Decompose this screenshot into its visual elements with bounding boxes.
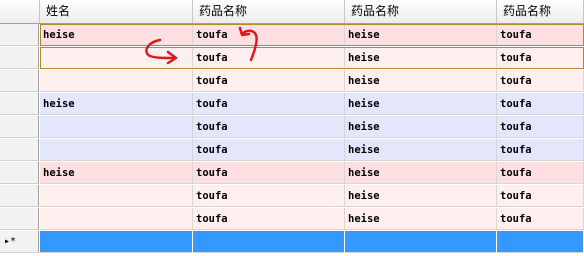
row-header[interactable] — [0, 70, 39, 92]
row-header[interactable] — [0, 139, 39, 161]
grid-header: 姓名 药品名称 药品名称 药品名称 — [0, 0, 584, 24]
table-cell[interactable]: heise — [345, 162, 497, 184]
row-header[interactable] — [0, 47, 39, 69]
new-row-cell[interactable] — [40, 231, 193, 253]
new-row-cell[interactable] — [193, 231, 345, 253]
table-cell[interactable]: toufa — [497, 139, 584, 161]
table-row[interactable]: toufa heise toufa — [0, 70, 584, 92]
row-header[interactable] — [0, 116, 39, 138]
table-cell[interactable] — [40, 139, 193, 161]
table-cell[interactable]: toufa — [193, 208, 345, 230]
table-cell[interactable]: heise — [40, 162, 193, 184]
table-cell[interactable]: toufa — [193, 162, 345, 184]
table-row[interactable]: toufa heise toufa — [0, 116, 584, 138]
new-row-cell[interactable] — [497, 231, 584, 253]
row-header[interactable] — [0, 162, 39, 184]
row-header[interactable] — [0, 185, 39, 207]
table-cell[interactable]: toufa — [193, 24, 345, 46]
table-cell[interactable] — [40, 47, 193, 69]
table-cell[interactable]: toufa — [193, 185, 345, 207]
column-header-name[interactable]: 姓名 — [40, 0, 193, 23]
new-row-cell[interactable] — [345, 231, 497, 253]
column-header-drug-name-2[interactable]: 药品名称 — [345, 0, 497, 23]
table-cell[interactable]: toufa — [497, 162, 584, 184]
table-cell[interactable]: toufa — [193, 139, 345, 161]
table-cell[interactable]: toufa — [497, 24, 584, 46]
table-cell[interactable]: toufa — [497, 185, 584, 207]
row-header[interactable] — [0, 93, 39, 115]
table-cell[interactable]: toufa — [497, 208, 584, 230]
table-cell[interactable]: heise — [345, 70, 497, 92]
table-cell[interactable]: toufa — [193, 116, 345, 138]
row-header[interactable] — [0, 208, 39, 230]
table-cell[interactable] — [40, 185, 193, 207]
table-cell[interactable]: heise — [40, 93, 193, 115]
table-cell[interactable]: heise — [345, 24, 497, 46]
table-cell[interactable]: toufa — [497, 93, 584, 115]
table-row[interactable]: toufa heise toufa — [0, 139, 584, 161]
table-cell[interactable]: toufa — [497, 47, 584, 69]
column-header-drug-name-3[interactable]: 药品名称 — [497, 0, 584, 23]
table-cell[interactable] — [40, 70, 193, 92]
table-cell[interactable] — [40, 208, 193, 230]
column-header-drug-name-1[interactable]: 药品名称 — [193, 0, 345, 23]
table-cell[interactable]: heise — [345, 208, 497, 230]
table-row[interactable]: heise toufa heise toufa — [0, 93, 584, 115]
new-row-marker[interactable]: ▸* — [0, 231, 39, 253]
table-row[interactable]: toufa heise toufa — [0, 47, 584, 69]
table-cell[interactable]: heise — [345, 47, 497, 69]
table-cell[interactable]: heise — [40, 24, 193, 46]
table-cell[interactable]: toufa — [193, 47, 345, 69]
table-cell[interactable]: heise — [345, 93, 497, 115]
table-cell[interactable]: toufa — [497, 70, 584, 92]
header-corner[interactable] — [0, 0, 40, 23]
table-cell[interactable]: heise — [345, 116, 497, 138]
table-row[interactable]: heise toufa heise toufa — [0, 162, 584, 184]
table-row[interactable]: heise toufa heise toufa — [0, 24, 584, 46]
table-row[interactable]: toufa heise toufa — [0, 185, 584, 207]
table-cell[interactable]: heise — [345, 139, 497, 161]
new-record-row[interactable]: ▸* — [0, 231, 584, 253]
table-cell[interactable] — [40, 116, 193, 138]
table-cell[interactable]: heise — [345, 185, 497, 207]
data-grid: 姓名 药品名称 药品名称 药品名称 heise toufa heise toufa to… — [0, 0, 584, 256]
table-cell[interactable]: toufa — [497, 116, 584, 138]
table-row[interactable]: toufa heise toufa — [0, 208, 584, 230]
table-cell[interactable]: toufa — [193, 93, 345, 115]
row-header[interactable] — [0, 24, 39, 46]
table-cell[interactable]: toufa — [193, 70, 345, 92]
